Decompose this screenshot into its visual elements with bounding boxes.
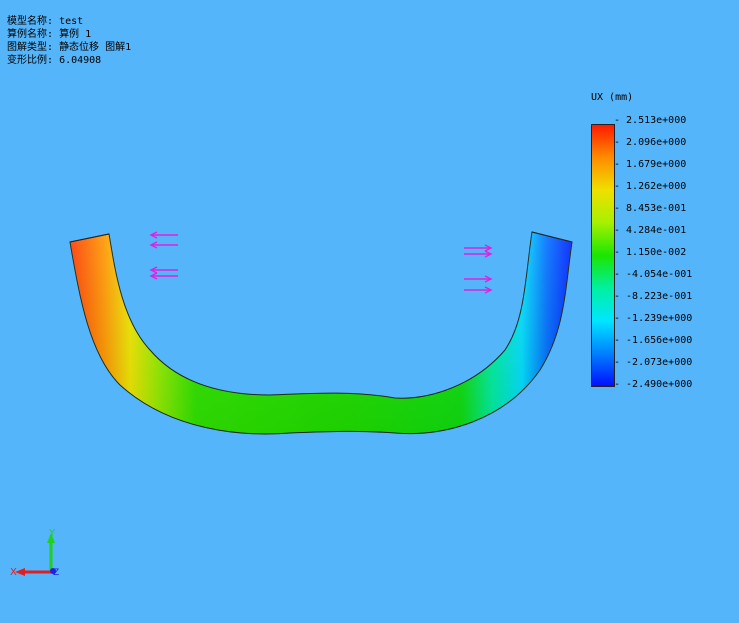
legend-tick-label: - -4.054e-001 — [614, 269, 693, 280]
axis-x-label: X — [10, 567, 17, 578]
model-name-value: test — [59, 16, 84, 27]
load-arrows-left — [149, 231, 178, 280]
study-name-value: 算例 1 — [59, 29, 92, 40]
legend-tick-label: - -2.073e+000 — [614, 357, 693, 368]
legend-tick-label: - 2.513e+000 — [614, 115, 687, 126]
study-name-row: 算例名称: 算例 1 — [7, 29, 92, 40]
legend-tick-label: - 1.262e+000 — [614, 181, 687, 192]
legend-tick-label: - -8.223e-001 — [614, 291, 693, 302]
axis-y-label: Y — [48, 528, 56, 539]
color-legend-bar[interactable] — [591, 124, 615, 387]
legend-tick-label: - -1.656e+000 — [614, 335, 693, 346]
legend-title: UX (mm) — [591, 92, 634, 103]
legend-tick-label: - -2.490e+000 — [614, 379, 693, 390]
plot-type-row: 图解类型: 静态位移 图解1 — [7, 42, 132, 53]
deformation-scale-value: 6.04908 — [59, 55, 102, 66]
plot-info-block: 模型名称: test 算例名称: 算例 1 图解类型: 静态位移 图解1 变形比… — [7, 15, 131, 67]
load-arrows-right — [464, 244, 493, 294]
legend-tick-label: - -1.239e+000 — [614, 313, 693, 324]
legend-tick-label: - 8.453e-001 — [614, 203, 687, 214]
legend-tick-label: - 4.284e-001 — [614, 225, 687, 236]
legend-tick-label: - 2.096e+000 — [614, 137, 687, 148]
legend-tick-label: - 1.150e-002 — [614, 247, 687, 258]
legend-tick-label: - 1.679e+000 — [614, 159, 687, 170]
axis-z-label: Z — [53, 568, 59, 578]
model-name-row: 模型名称: test — [7, 16, 84, 27]
coordinate-triad: Y X Z — [10, 528, 59, 578]
deformation-scale-row: 变形比例: 6.04908 — [7, 55, 102, 66]
graphics-viewport[interactable]: Y X Z 模型名称: test 算例名称: 算例 1 图解类型: 静态位移 图… — [0, 0, 739, 623]
plot-type-value: 静态位移 图解1 — [59, 42, 132, 53]
